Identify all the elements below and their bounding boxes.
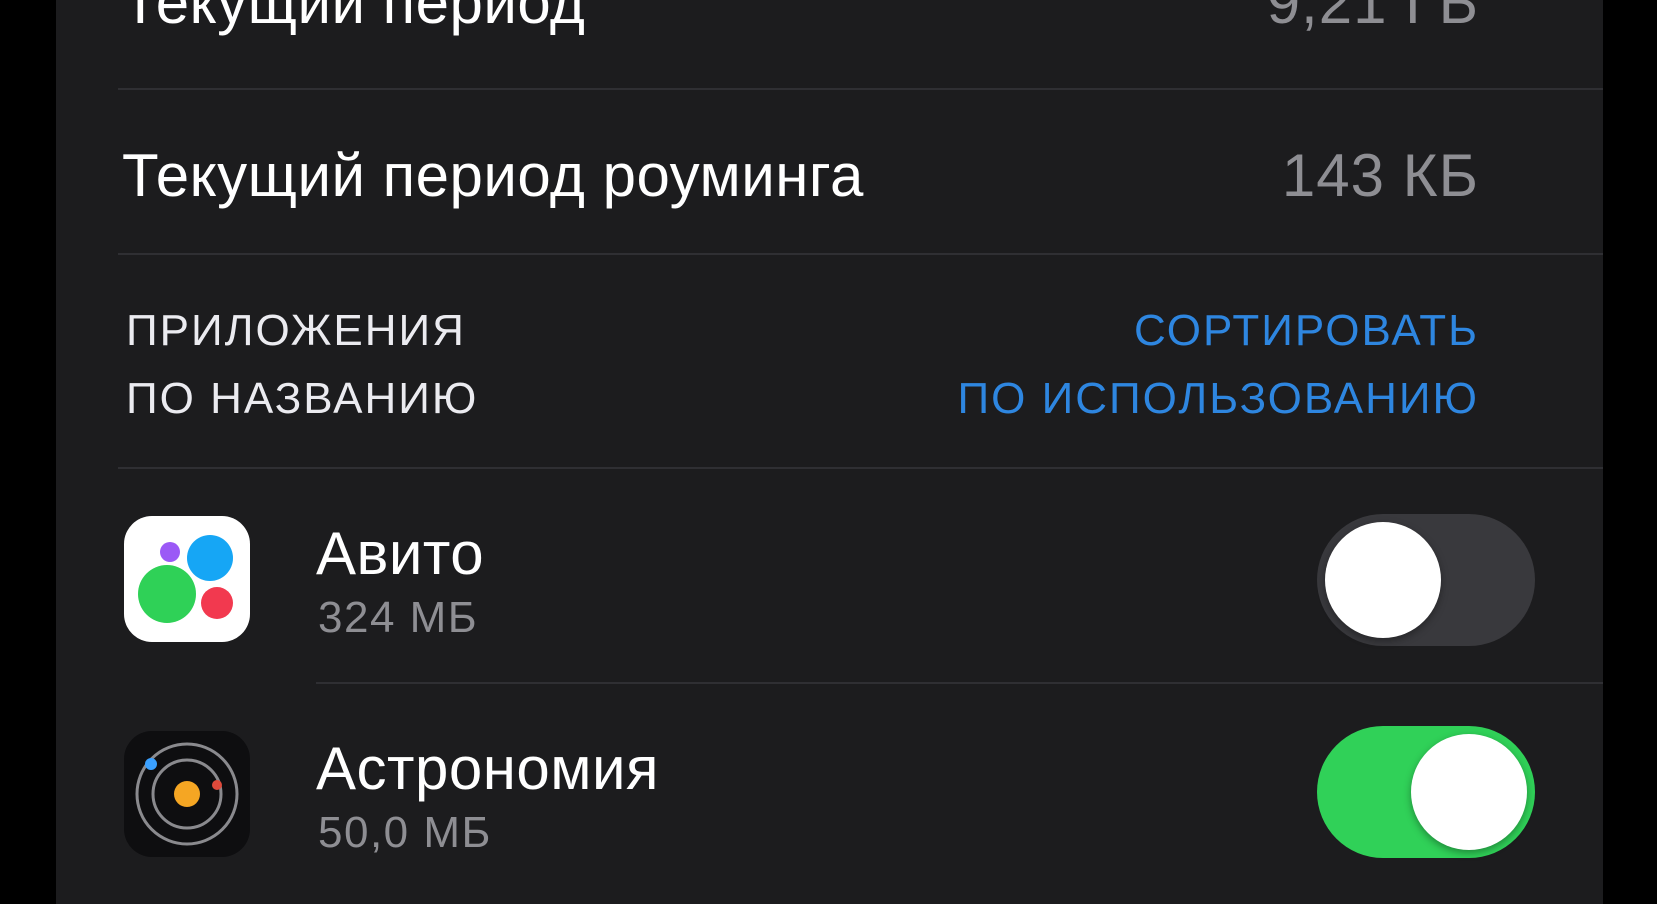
cellular-data-panel: Текущий период 9,21 ГБ Текущий период ро… — [56, 0, 1603, 904]
apps-section-header: ПРИЛОЖЕНИЯ ПО НАЗВАНИЮ СОРТИРОВАТЬ ПО ИС… — [56, 255, 1603, 467]
sort-button-line2: ПО ИСПОЛЬЗОВАНИЮ — [957, 374, 1479, 423]
app-row-avito: Авито 324 МБ — [56, 469, 1603, 682]
toggle-knob — [1411, 734, 1527, 850]
roaming-period-row: Текущий период роуминга 143 КБ — [56, 90, 1603, 254]
app-data-size: 324 МБ — [318, 593, 479, 642]
avito-app-icon — [124, 516, 250, 642]
apps-section-title: ПРИЛОЖЕНИЯ ПО НАЗВАНИЮ — [126, 297, 478, 433]
current-period-label: Текущий период — [122, 0, 586, 36]
app-row-astronomy: Астрономия 50,0 МБ — [56, 684, 1603, 904]
current-period-value: 9,21 ГБ — [1266, 0, 1479, 36]
astronomy-cellular-toggle[interactable] — [1317, 726, 1535, 858]
apps-section-title-line1: ПРИЛОЖЕНИЯ — [126, 306, 466, 355]
avito-cellular-toggle[interactable] — [1317, 514, 1535, 646]
sort-by-usage-button[interactable]: СОРТИРОВАТЬ ПО ИСПОЛЬЗОВАНИЮ — [958, 297, 1479, 433]
app-name: Авито — [316, 520, 485, 587]
current-period-row: Текущий период 9,21 ГБ — [56, 0, 1603, 92]
app-name: Астрономия — [316, 735, 659, 802]
roaming-period-label: Текущий период роуминга — [122, 142, 864, 209]
sort-button-line1: СОРТИРОВАТЬ — [1133, 306, 1479, 355]
apps-section-title-line2: ПО НАЗВАНИЮ — [126, 374, 479, 423]
astronomy-app-icon — [124, 731, 250, 857]
app-data-size: 50,0 МБ — [318, 808, 492, 857]
toggle-knob — [1325, 522, 1441, 638]
roaming-period-value: 143 КБ — [1281, 142, 1479, 209]
